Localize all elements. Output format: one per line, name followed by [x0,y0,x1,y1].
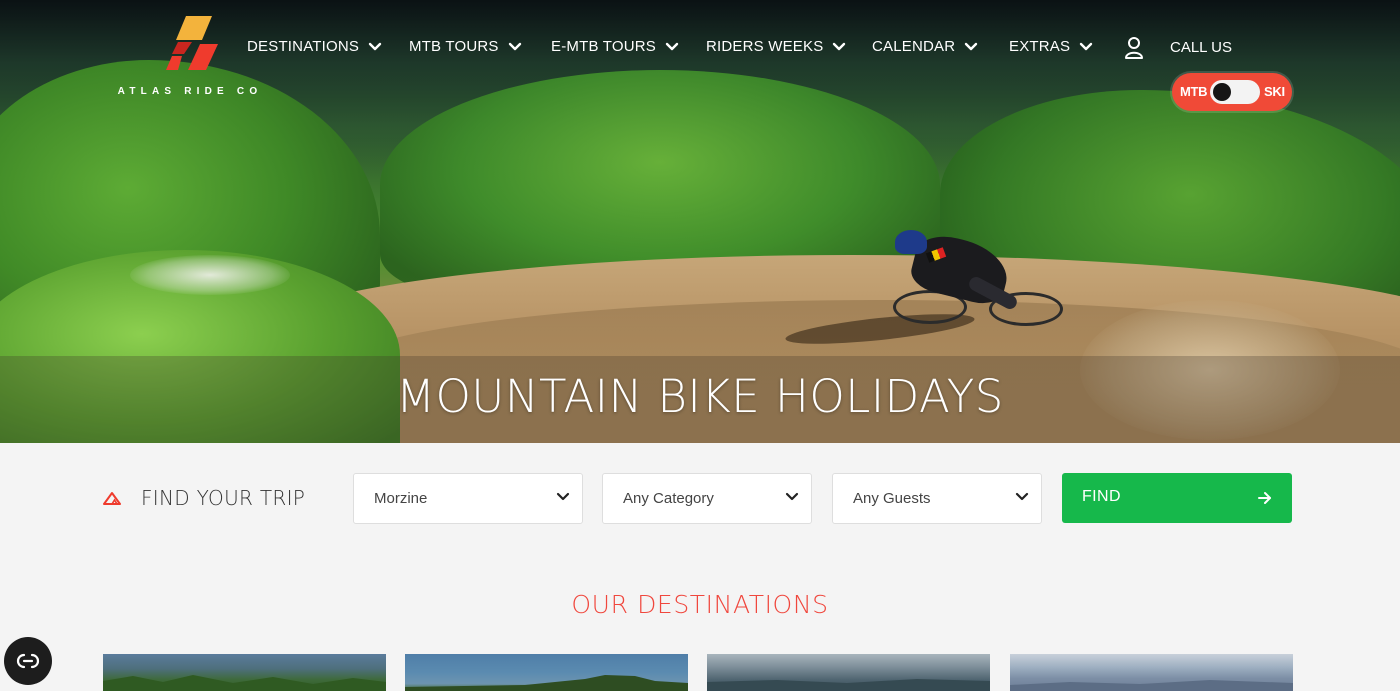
accessibility-button[interactable] [4,637,52,685]
accessibility-icon [16,653,40,669]
category-select[interactable]: Any Category [602,473,812,524]
destination-select[interactable]: Morzine [353,473,583,524]
nav-emtb-tours[interactable]: E-MTB TOURS [551,38,679,55]
chevron-down-icon [833,42,846,50]
mtb-ski-toggle[interactable]: MTB SKI [1172,73,1292,111]
find-your-trip-label: FIND YOUR TRIP [141,486,306,510]
destination-card-image [405,675,688,691]
chevron-down-icon [785,492,799,501]
toggle-track[interactable] [1210,80,1260,104]
nav-destinations[interactable]: DESTINATIONS [247,38,382,55]
arrow-right-icon [1258,492,1271,504]
nav-riders-weeks[interactable]: RIDERS WEEKS [706,38,846,55]
nav-extras[interactable]: EXTRAS [1009,38,1093,55]
brand-logo[interactable]: ATLAS RIDE CO [100,14,280,104]
nav-label: DESTINATIONS [247,38,360,55]
destination-card[interactable] [103,654,386,691]
find-button-label: FIND [1082,488,1121,505]
logo-mark-icon [166,16,218,70]
hero-flowers [130,255,290,295]
toggle-knob[interactable] [1213,83,1231,101]
nav-label: CALENDAR [872,38,956,55]
destination-card[interactable] [405,654,688,691]
hero-rider [784,228,1075,350]
logo-wordmark: ATLAS RIDE CO [117,86,263,97]
find-button[interactable]: FIND [1062,473,1292,523]
nav-mtb-tours[interactable]: MTB TOURS [409,38,522,55]
destination-card[interactable] [707,654,990,691]
destination-card-image [1010,680,1293,691]
nav-label: RIDERS WEEKS [706,38,824,55]
toggle-label-ski: SKI [1264,84,1285,99]
call-us-link[interactable]: CALL US [1170,39,1232,56]
guests-select-value: Any Guests [853,490,931,507]
chevron-down-icon [1080,42,1093,50]
chevron-down-icon [1015,492,1029,501]
destination-card-image [707,679,990,691]
chevron-down-icon [368,42,382,50]
nav-label: E-MTB TOURS [551,38,656,55]
chevron-down-icon [965,42,978,50]
mountain-icon [103,492,121,505]
chevron-down-icon [556,492,570,501]
destination-card[interactable] [1010,654,1293,691]
category-select-value: Any Category [623,490,714,507]
hero-title: MOUNTAIN BIKE HOLIDAYS [396,370,1004,423]
toggle-label-mtb: MTB [1180,84,1208,99]
nav-calendar[interactable]: CALENDAR [872,38,978,55]
destination-card-image [103,675,386,691]
nav-label: MTB TOURS [409,38,499,55]
user-icon[interactable] [1124,36,1144,60]
chevron-down-icon [508,42,521,50]
destination-select-value: Morzine [374,490,428,507]
guests-select[interactable]: Any Guests [832,473,1042,524]
our-destinations-title: OUR DESTINATIONS [571,590,829,619]
chevron-down-icon [665,42,679,50]
nav-label: EXTRAS [1009,38,1071,55]
